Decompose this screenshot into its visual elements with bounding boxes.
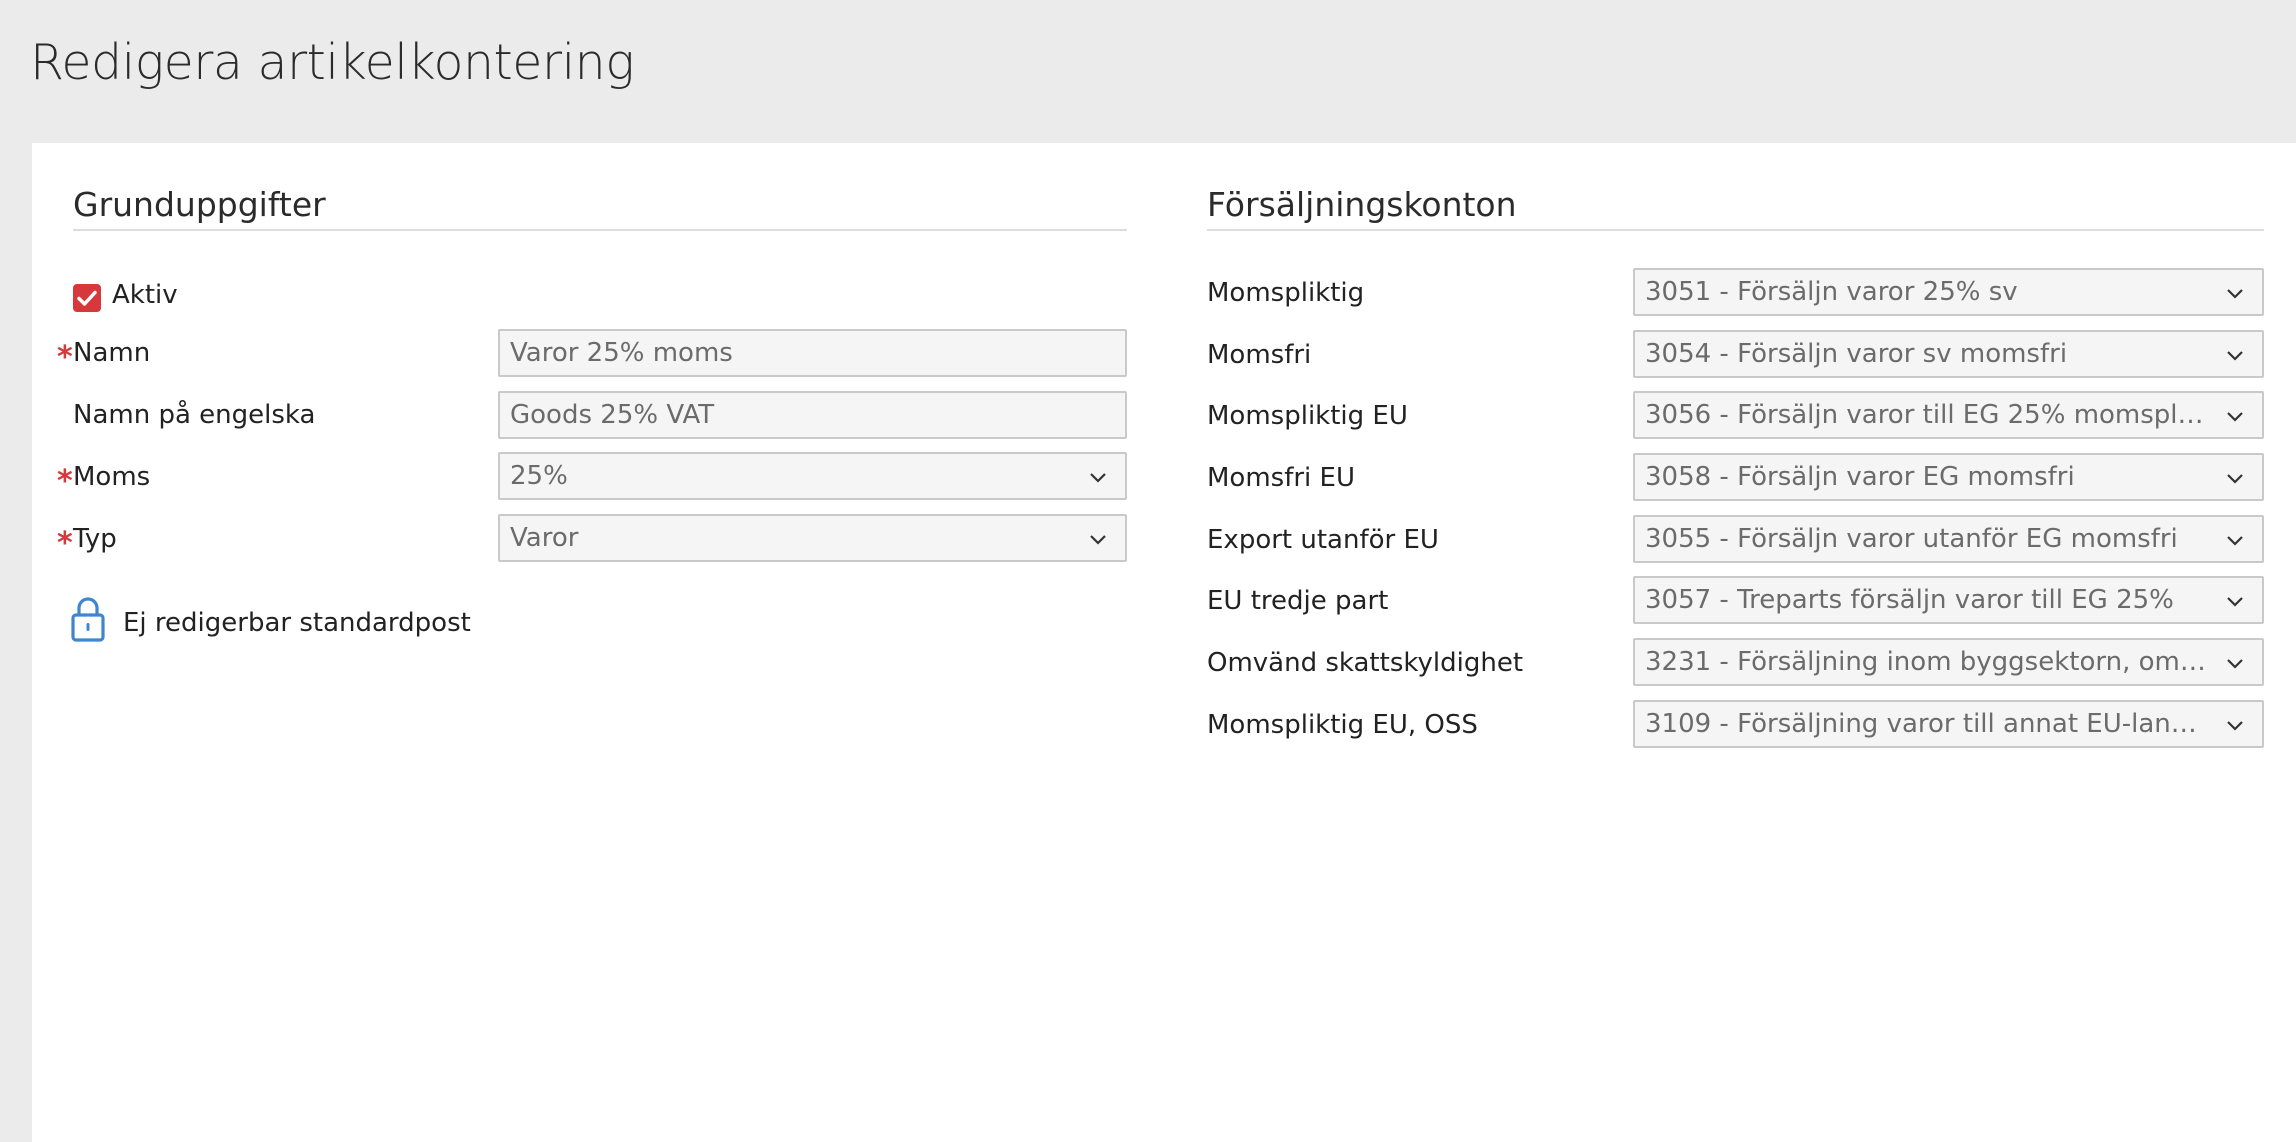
sales-row-label: Momspliktig EU, OSS [1207, 710, 1478, 740]
name-label: Namn [73, 338, 151, 368]
sales-account-value: 3055 - Försäljn varor utanför EG momsfri [1645, 524, 2178, 554]
vat-select[interactable]: 25% [498, 452, 1127, 500]
vat-label: Moms [73, 462, 151, 492]
sales-account-value: 3231 - Försäljning inom byggsektorn, omv… [1645, 647, 2236, 677]
chevron-down-icon [2227, 474, 2243, 484]
name-en-input[interactable]: Goods 25% VAT [498, 391, 1127, 439]
chevron-down-icon [2227, 659, 2243, 669]
required-mark: * [57, 340, 73, 375]
sales-account-select[interactable]: 3051 - Försäljn varor 25% sv [1633, 268, 2264, 316]
chevron-down-icon [1090, 473, 1106, 483]
chevron-down-icon [2227, 351, 2243, 361]
sales-account-value: 3054 - Försäljn varor sv momsfri [1645, 339, 2068, 369]
chevron-down-icon [2227, 412, 2243, 422]
chevron-down-icon [2227, 597, 2243, 607]
sales-row-label: Omvänd skattskyldighet [1207, 648, 1524, 678]
locked-note: Ej redigerbar standardpost [123, 608, 471, 638]
active-label: Aktiv [112, 280, 178, 310]
chevron-down-icon [2227, 536, 2243, 546]
sales-row-label: Export utanför EU [1207, 525, 1439, 555]
page-title: Redigera artikelkontering [30, 34, 635, 91]
check-icon [77, 290, 97, 306]
required-mark: * [57, 464, 73, 499]
sales-row-label: Momsfri EU [1207, 463, 1356, 493]
section-title-basic: Grunduppgifter [73, 185, 1127, 231]
sales-account-select[interactable]: 3058 - Försäljn varor EG momsfri [1633, 453, 2264, 501]
type-select[interactable]: Varor [498, 514, 1127, 562]
sales-account-value: 3058 - Försäljn varor EG momsfri [1645, 462, 2075, 492]
sales-row-label: Momspliktig [1207, 278, 1365, 308]
sales-row-label: Momspliktig EU [1207, 401, 1408, 431]
page-header: Redigera artikelkontering [0, 0, 2296, 143]
sales-account-select[interactable]: 3055 - Försäljn varor utanför EG momsfri [1633, 515, 2264, 563]
sales-account-select[interactable]: 3056 - Försäljn varor till EG 25% momspl… [1633, 391, 2264, 439]
type-select-value: Varor [510, 523, 579, 553]
section-title-sales: Försäljningskonton [1207, 185, 2264, 231]
required-mark: * [57, 526, 73, 561]
chevron-down-icon [2227, 721, 2243, 731]
sales-account-select[interactable]: 3231 - Försäljning inom byggsektorn, omv… [1633, 638, 2264, 686]
form-panel: Grunduppgifter Aktiv * Namn Varor 25% mo… [32, 143, 2296, 1142]
sales-account-select[interactable]: 3057 - Treparts försäljn varor till EG 2… [1633, 576, 2264, 624]
sales-row-label: Momsfri [1207, 340, 1312, 370]
sales-account-select[interactable]: 3054 - Försäljn varor sv momsfri [1633, 330, 2264, 378]
sales-account-value: 3056 - Försäljn varor till EG 25% momspl… [1645, 400, 2234, 430]
name-en-label: Namn på engelska [73, 400, 316, 430]
type-label: Typ [73, 524, 117, 554]
sales-account-value: 3051 - Försäljn varor 25% sv [1645, 277, 2018, 307]
sales-row-label: EU tredje part [1207, 586, 1389, 616]
sales-account-value: 3057 - Treparts försäljn varor till EG 2… [1645, 585, 2174, 615]
lock-icon [71, 597, 105, 642]
chevron-down-icon [1090, 535, 1106, 545]
vat-select-value: 25% [510, 461, 568, 491]
sales-account-select[interactable]: 3109 - Försäljning varor till annat EU-l… [1633, 700, 2264, 748]
active-checkbox[interactable] [73, 284, 101, 312]
sales-account-value: 3109 - Försäljning varor till annat EU-l… [1645, 709, 2249, 739]
chevron-down-icon [2227, 289, 2243, 299]
name-input[interactable]: Varor 25% moms [498, 329, 1127, 377]
